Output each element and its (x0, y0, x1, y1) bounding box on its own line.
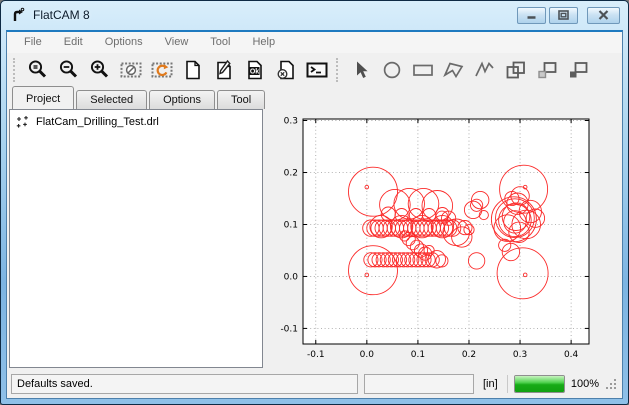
edit-geometry-button[interactable] (210, 56, 237, 83)
delete-object-button[interactable] (272, 56, 299, 83)
svg-text:0.0: 0.0 (284, 272, 299, 282)
path-tool-button[interactable] (471, 56, 498, 83)
toolbar: Ok (7, 53, 622, 86)
intersection-shapes-icon (535, 59, 559, 81)
tab-bar: Project Selected Options Tool (7, 86, 622, 109)
project-tree[interactable]: FlatCam_Drilling_Test.drl (9, 109, 263, 368)
svg-text:0.2: 0.2 (462, 350, 476, 360)
union-tool-button[interactable] (502, 56, 529, 83)
resize-grip[interactable] (605, 377, 618, 398)
svg-text:0.0: 0.0 (360, 350, 375, 360)
subtract-shapes-icon (566, 59, 590, 81)
shell-button[interactable] (303, 56, 330, 83)
drill-plot[interactable]: -0.1 0.0 0.1 0.2 0.3 0.4 -0.1 0.0 0.1 0.2 0.3 (265, 109, 624, 371)
tree-item-label: FlatCam_Drilling_Test.drl (36, 116, 159, 128)
flatcam-logo-icon (10, 7, 27, 24)
tab-selected[interactable]: Selected (76, 90, 147, 109)
intersection-tool-button[interactable] (533, 56, 560, 83)
minimize-icon (526, 11, 537, 20)
update-geometry-button[interactable]: Ok (241, 56, 268, 83)
ok-document-icon: Ok (244, 59, 266, 81)
svg-text:-0.1: -0.1 (280, 324, 298, 334)
flatcam-window: FlatCAM 8 File Edit Options View Tool He… (0, 0, 629, 405)
toolbar-handle[interactable] (13, 58, 17, 82)
clear-plot-icon (119, 59, 143, 81)
svg-text:0.3: 0.3 (513, 350, 527, 360)
tree-item-drill-file[interactable]: FlatCam_Drilling_Test.drl (10, 110, 262, 131)
minimize-button[interactable] (517, 7, 546, 24)
polygon-tool-button[interactable] (440, 56, 467, 83)
svg-text:Ok: Ok (249, 68, 258, 75)
replot-icon (150, 59, 174, 81)
rectangle-shape-icon (410, 59, 436, 81)
svg-text:0.1: 0.1 (411, 350, 425, 360)
svg-text:0.1: 0.1 (284, 220, 298, 230)
tab-options[interactable]: Options (149, 90, 215, 109)
main-area: FlatCam_Drilling_Test.drl -0.1 0.0 0.1 0.2 0… (7, 109, 622, 370)
zoom-in-icon (89, 59, 111, 81)
progress-label: 100% (571, 378, 599, 390)
clear-plot-button[interactable] (117, 56, 144, 83)
maximize-icon (558, 10, 569, 20)
close-button[interactable] (587, 7, 620, 24)
new-geometry-button[interactable] (179, 56, 206, 83)
progress-bar (514, 375, 565, 393)
circle-shape-icon (380, 59, 404, 81)
rectangle-tool-button[interactable] (409, 56, 436, 83)
menu-edit[interactable]: Edit (53, 32, 94, 53)
units-label: [in] (480, 378, 501, 390)
zoom-in-button[interactable] (86, 56, 113, 83)
tab-tool[interactable]: Tool (217, 90, 265, 109)
zoom-out-icon (58, 59, 80, 81)
edit-pencil-icon (213, 59, 235, 81)
close-icon (598, 10, 609, 20)
coordinates-field (364, 374, 474, 394)
polygon-shape-icon (441, 59, 467, 81)
progress-fill (515, 376, 564, 392)
drill-points-icon (16, 115, 29, 128)
circle-tool-button[interactable] (378, 56, 405, 83)
menu-file[interactable]: File (13, 32, 53, 53)
delete-document-icon (275, 59, 297, 81)
status-bar: Defaults saved. [in] 100% (7, 370, 622, 398)
replot-button[interactable] (148, 56, 175, 83)
shell-terminal-icon (305, 59, 329, 81)
new-document-icon (182, 59, 204, 81)
select-tool-button[interactable] (347, 56, 374, 83)
menu-view[interactable]: View (154, 32, 200, 53)
toolbar-handle[interactable] (336, 58, 340, 82)
menu-options[interactable]: Options (94, 32, 154, 53)
window-title: FlatCAM 8 (33, 8, 90, 22)
menu-bar: File Edit Options View Tool Help (7, 32, 622, 53)
svg-text:0.3: 0.3 (284, 117, 298, 127)
statusbar-separator (507, 375, 508, 393)
path-polyline-icon (472, 59, 498, 81)
svg-text:0.2: 0.2 (284, 169, 298, 179)
subtract-tool-button[interactable] (564, 56, 591, 83)
union-shapes-icon (504, 59, 528, 81)
zoom-out-button[interactable] (55, 56, 82, 83)
client-area: File Edit Options View Tool Help (6, 30, 623, 399)
zoom-fit-icon (27, 59, 49, 81)
tab-project[interactable]: Project (12, 86, 74, 109)
select-arrow-icon (350, 59, 372, 81)
maximize-button[interactable] (549, 7, 578, 24)
menu-tool[interactable]: Tool (199, 32, 241, 53)
svg-text:-0.1: -0.1 (307, 350, 325, 360)
plot-canvas[interactable]: -0.1 0.0 0.1 0.2 0.3 0.4 -0.1 0.0 0.1 0.2 0.3 (265, 109, 620, 368)
zoom-fit-button[interactable] (24, 56, 51, 83)
status-message: Defaults saved. (11, 374, 358, 394)
svg-text:0.4: 0.4 (564, 350, 579, 360)
menu-help[interactable]: Help (241, 32, 286, 53)
titlebar[interactable]: FlatCAM 8 (1, 1, 628, 29)
